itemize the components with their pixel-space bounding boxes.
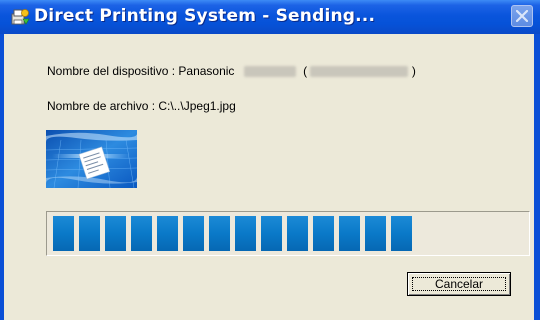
close-icon: [516, 10, 528, 22]
file-name-label: Nombre de archivo : C:\..\Jpeg1.jpg: [47, 99, 236, 113]
progress-block: [261, 216, 282, 251]
app-icon: [11, 8, 30, 26]
progress-block: [287, 216, 308, 251]
progress-block: [105, 216, 126, 251]
progress-block: [365, 216, 386, 251]
progress-block: [235, 216, 256, 251]
cancel-button[interactable]: Cancelar: [407, 272, 511, 296]
progress-block: [183, 216, 204, 251]
window-title: Direct Printing System - Sending...: [34, 6, 376, 26]
progress-block: [79, 216, 100, 251]
progress-block: [53, 216, 74, 251]
file-name-row: Nombre de archivo : C:\..\Jpeg1.jpg: [47, 99, 236, 113]
progress-block: [131, 216, 152, 251]
device-name-row: Nombre del dispositivo : Panasonic ( ): [47, 64, 416, 78]
progress-track: [51, 216, 525, 251]
dialog-window: Direct Printing System - Sending... Nomb…: [0, 0, 540, 320]
title-bar[interactable]: Direct Printing System - Sending...: [0, 0, 540, 34]
progress-bar: [46, 211, 530, 256]
device-ip-redacted: [310, 66, 409, 78]
progress-block: [339, 216, 360, 251]
close-button[interactable]: [511, 5, 533, 27]
cancel-button-label: Cancelar: [434, 277, 484, 291]
device-model-redacted: [243, 66, 296, 78]
progress-block: [391, 216, 412, 251]
device-ip-open-paren: (: [303, 64, 308, 78]
dialog-body: Nombre del dispositivo : Panasonic ( ) N…: [4, 34, 534, 320]
printing-document-illustration: [46, 130, 137, 188]
progress-block: [313, 216, 334, 251]
progress-block: [157, 216, 178, 251]
progress-block: [209, 216, 230, 251]
device-name-label: Nombre del dispositivo : Panasonic: [47, 64, 235, 78]
device-ip-close-paren: ): [411, 64, 416, 78]
